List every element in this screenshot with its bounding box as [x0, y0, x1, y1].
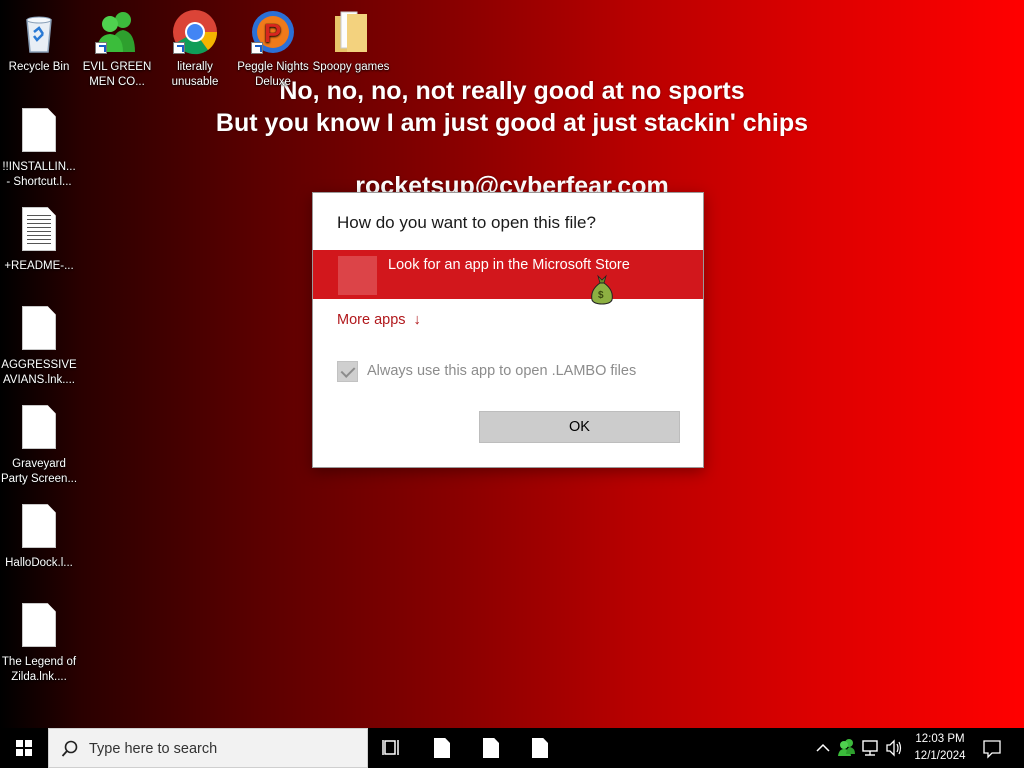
taskbar-clock[interactable]: 12:03 PM 12/1/2024 [900, 731, 980, 768]
wallpaper-text-email: rocketsup@cyberfear.com [355, 172, 669, 192]
desktop-icon-spoopy-games[interactable]: Spoopy games [312, 8, 390, 75]
clock-date: 12/1/2024 [914, 750, 966, 762]
network-button[interactable] [860, 728, 882, 768]
svg-text:$: $ [598, 290, 604, 301]
store-option-label: Look for an app in the Microsoft Store [388, 257, 630, 273]
always-use-checkbox[interactable] [337, 361, 358, 382]
always-use-label: Always use this app to open .LAMBO files [367, 363, 637, 379]
file-icon [15, 108, 63, 156]
file-icon [15, 504, 63, 552]
search-icon [61, 740, 78, 757]
desktop-icon-label: EVIL GREEN MEN CO... [82, 61, 152, 88]
taskbar-app-document-1[interactable] [418, 728, 466, 768]
taskbar-search-box[interactable]: Type here to search [48, 728, 368, 768]
notification-icon [983, 740, 1001, 759]
desktop-icon-label: !!INSTALLIN... - Shortcut.l... [2, 161, 76, 188]
desktop-icon-hallodock[interactable]: HalloDock.l... [0, 504, 78, 571]
show-hidden-icons-button[interactable] [812, 728, 834, 768]
chevron-up-icon [816, 743, 830, 752]
action-center-button[interactable] [980, 728, 1004, 768]
taskbar: Type here to search 12:03 PM 12/1/2024 [0, 728, 1024, 768]
clock-time: 12:03 PM [915, 733, 965, 745]
desktop-icon-label: HalloDock.l... [5, 557, 73, 569]
network-icon [862, 740, 878, 756]
shortcut-arrow-icon [251, 42, 263, 54]
money-bag-cursor-icon: $ [588, 274, 616, 306]
task-view-icon [382, 740, 399, 755]
open-with-dialog: How do you want to open this file? Look … [312, 192, 704, 468]
more-apps-link[interactable]: More apps ↓ [337, 312, 421, 328]
wallpaper-text-line-2: But you know I am just good at just stac… [215, 109, 809, 137]
peggle-icon: P [249, 8, 297, 56]
folder-icon [327, 8, 375, 56]
desktop-icon-readme[interactable]: +README-... [0, 207, 78, 274]
file-icon [15, 603, 63, 651]
task-view-button[interactable] [368, 728, 416, 768]
recycle-bin-icon [15, 8, 63, 56]
desktop-icon-label: literally unusable [171, 61, 219, 88]
more-apps-label: More apps [337, 312, 406, 328]
desktop-icon-label: +README-... [4, 260, 74, 272]
file-icon [15, 306, 63, 354]
taskbar-app-document-3[interactable] [516, 728, 564, 768]
desktop-icon-label: Spoopy games [312, 61, 390, 73]
windows-logo-icon [16, 740, 32, 756]
ok-button[interactable]: OK [479, 411, 680, 443]
desktop-icon-label: Graveyard Party Screen... [0, 458, 78, 485]
desktop-icon-legend-of-zilda[interactable]: The Legend of Zilda.lnk.... [0, 603, 78, 685]
document-icon [532, 738, 548, 758]
desktop-icon-peggle-nights[interactable]: P Peggle Nights Deluxe [234, 8, 312, 90]
dialog-title: How do you want to open this file? [337, 213, 596, 232]
text-file-icon [15, 207, 63, 255]
desktop-icon-aggressive-avians[interactable]: AGGRESSIVE AVIANS.lnk.... [0, 306, 78, 388]
microsoft-store-option[interactable]: Look for an app in the Microsoft Store [313, 250, 703, 299]
file-icon [15, 405, 63, 453]
green-men-tray-icon [838, 739, 855, 756]
green-men-icon [93, 8, 141, 56]
shortcut-arrow-icon [173, 42, 185, 54]
shortcut-arrow-icon [95, 42, 107, 54]
document-icon [483, 738, 499, 758]
desktop-icon-installing-shortcut[interactable]: !!INSTALLIN... - Shortcut.l... [0, 108, 78, 190]
desktop-icon-literally-unusable[interactable]: literally unusable [156, 8, 234, 90]
chrome-icon [171, 8, 219, 56]
desktop-icon-evil-green-men[interactable]: EVIL GREEN MEN CO... [78, 8, 156, 90]
start-button[interactable] [0, 728, 48, 768]
search-placeholder: Type here to search [89, 741, 218, 757]
document-icon [434, 738, 450, 758]
desktop-icon-label: The Legend of Zilda.lnk.... [1, 656, 77, 683]
desktop-icon-recycle-bin[interactable]: Recycle Bin [0, 8, 78, 75]
desktop-icon-label: Recycle Bin [8, 61, 70, 73]
desktop-icon-label: Peggle Nights Deluxe [237, 61, 309, 88]
store-app-tile-icon [338, 256, 377, 295]
desktop-icon-label: AGGRESSIVE AVIANS.lnk.... [1, 359, 77, 386]
tray-app-icon[interactable] [836, 728, 858, 768]
arrow-down-icon: ↓ [413, 312, 421, 328]
taskbar-app-document-2[interactable] [467, 728, 515, 768]
svg-text:P: P [264, 18, 281, 48]
desktop-icon-graveyard-party[interactable]: Graveyard Party Screen... [0, 405, 78, 487]
